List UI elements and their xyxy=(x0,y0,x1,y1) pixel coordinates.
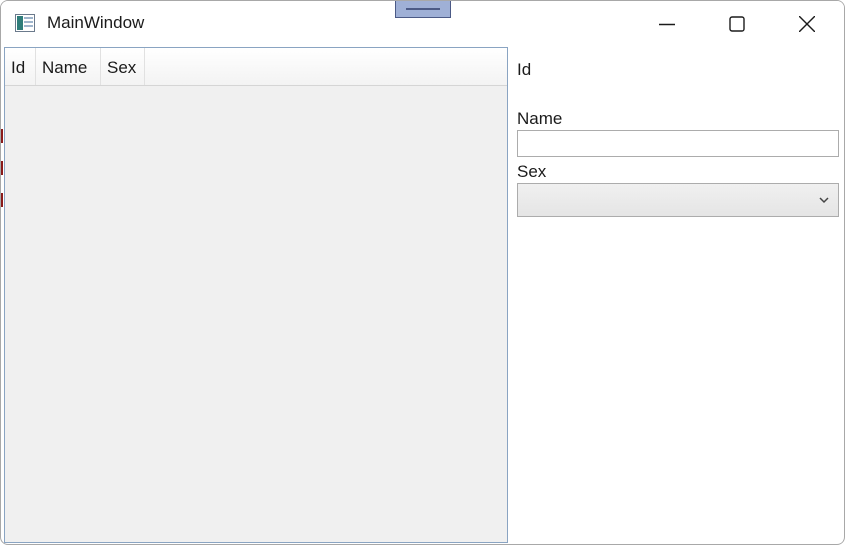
drag-handle-icon[interactable] xyxy=(395,1,451,18)
sex-dropdown[interactable] xyxy=(517,183,839,217)
person-list-view[interactable]: Id Name Sex xyxy=(4,47,508,543)
close-button[interactable] xyxy=(772,1,842,47)
column-header-name[interactable]: Name xyxy=(36,48,101,85)
close-icon xyxy=(799,16,815,32)
detail-panel: Id Name Sex xyxy=(509,47,843,543)
main-window: MainWindow Id Name Sex Id Name Sex xyxy=(0,0,845,545)
chevron-down-icon xyxy=(819,197,829,204)
minimize-button[interactable] xyxy=(632,1,702,47)
name-field[interactable] xyxy=(517,130,839,157)
app-window-icon xyxy=(15,14,35,32)
window-title: MainWindow xyxy=(47,13,145,32)
column-header-sex[interactable]: Sex xyxy=(101,48,145,85)
list-header: Id Name Sex xyxy=(5,48,507,86)
title-bar[interactable]: MainWindow xyxy=(1,1,844,47)
minimize-icon xyxy=(659,23,675,26)
maximize-icon xyxy=(729,16,745,32)
maximize-button[interactable] xyxy=(702,1,772,47)
id-label: Id xyxy=(517,60,532,79)
name-label: Name xyxy=(517,109,563,128)
sex-label: Sex xyxy=(517,162,547,181)
column-header-id[interactable]: Id xyxy=(5,48,36,85)
